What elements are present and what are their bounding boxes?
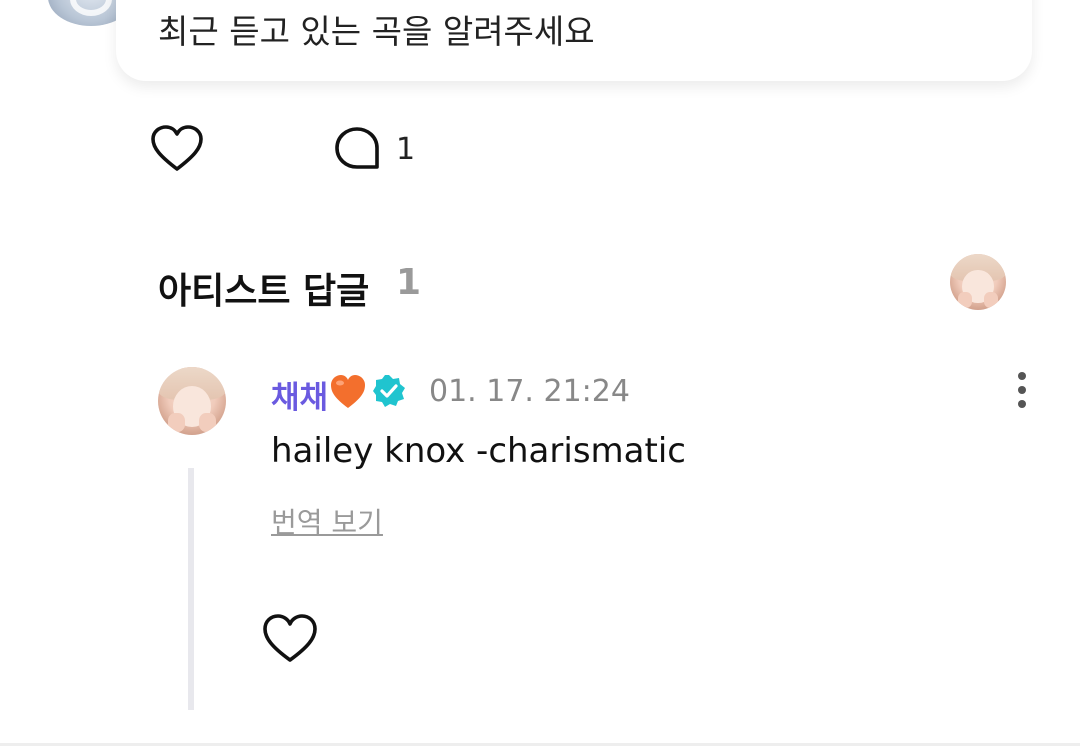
- reply-timestamp: 01. 17. 21:24: [429, 374, 630, 409]
- reply-like-heart-icon[interactable]: [262, 614, 318, 664]
- orange-heart-emoji-icon: [331, 375, 365, 408]
- artist-replies-heading: 아티스트 답글: [158, 271, 370, 312]
- more-options-icon[interactable]: [1008, 370, 1036, 410]
- artist-avatar-summary[interactable]: [950, 254, 1006, 310]
- reply-author-name[interactable]: 채채: [271, 372, 328, 417]
- translate-link[interactable]: 번역 보기: [271, 501, 383, 541]
- verified-badge-icon: [373, 375, 405, 407]
- reply-thread-line: [188, 468, 194, 710]
- artist-replies-count: 1: [396, 262, 422, 303]
- comment-bubble-icon[interactable]: [333, 125, 381, 173]
- fan-post-page: 최근 듣고 있는 곡을 알려주세요 1 아티스트 답글 1 채채 01. 17.…: [0, 0, 1080, 746]
- reply-author-avatar[interactable]: [158, 367, 226, 435]
- like-heart-icon[interactable]: [150, 125, 204, 173]
- post-bubble: 최근 듣고 있는 곡을 알려주세요: [116, 0, 1032, 81]
- reply-body-text: hailey knox -charismatic: [271, 431, 686, 471]
- comment-count: 1: [396, 132, 416, 167]
- post-question-text: 최근 듣고 있는 곡을 알려주세요: [158, 12, 595, 51]
